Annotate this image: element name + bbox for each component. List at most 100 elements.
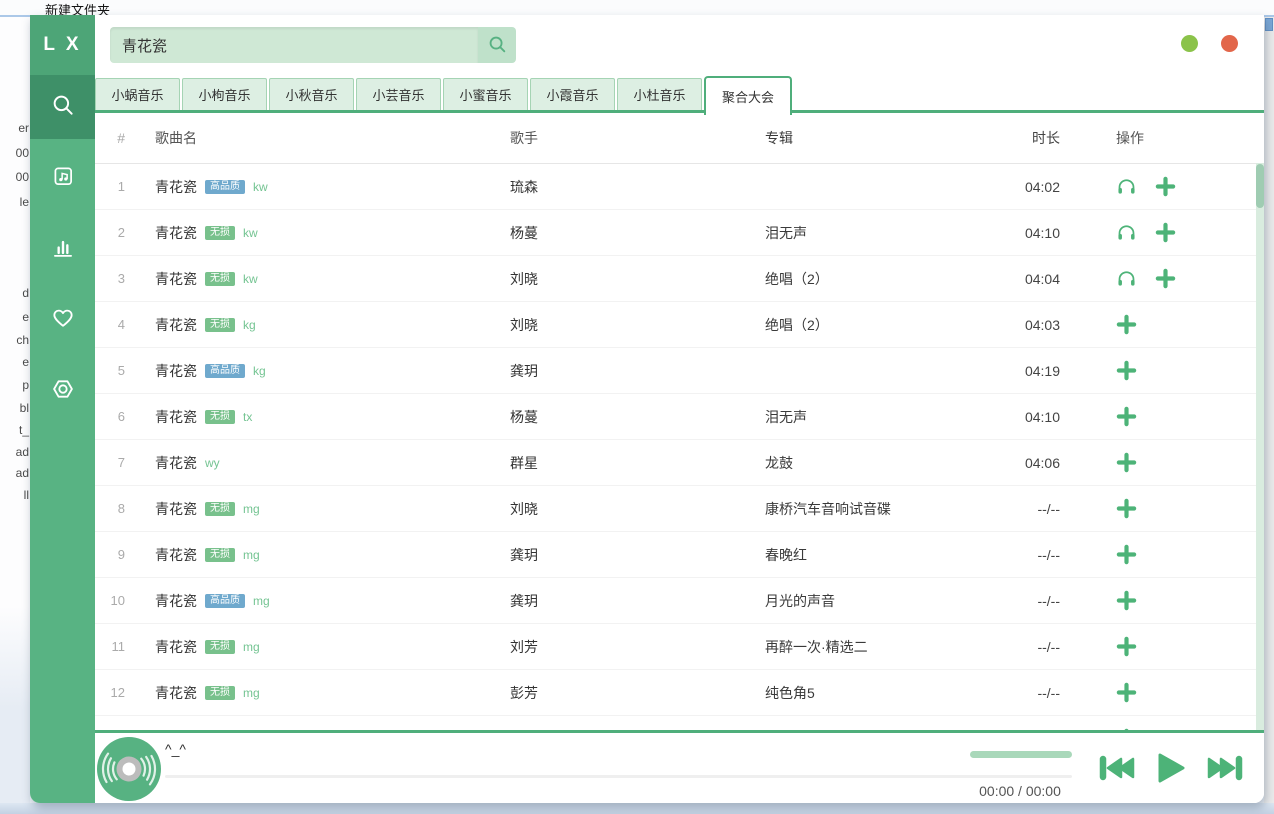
row-number: 3	[95, 271, 155, 286]
listen-icon[interactable]	[1116, 176, 1137, 197]
table-row[interactable]: 11青花瓷无损mg刘芳再醉一次·精选二--/--	[95, 624, 1264, 670]
playback-controls	[1099, 733, 1243, 803]
sidebar-item-music-list[interactable]	[30, 146, 95, 210]
artist-cell: 彭芳	[510, 683, 765, 703]
source-label: mg	[243, 548, 260, 562]
row-number: 4	[95, 317, 155, 332]
add-icon[interactable]	[1116, 406, 1137, 427]
tab-4[interactable]: 小芸音乐	[356, 78, 441, 110]
app-window: L X 小蜗音乐小枸音乐小秋音乐小芸音乐小蜜音乐	[30, 15, 1264, 803]
song-name-cell: 青花瓷wy	[155, 453, 510, 473]
desktop-right-strip	[1264, 17, 1274, 803]
table-scrollbar[interactable]	[1256, 163, 1264, 730]
add-icon[interactable]	[1116, 452, 1137, 473]
add-icon[interactable]	[1116, 590, 1137, 611]
add-icon[interactable]	[1116, 360, 1137, 381]
add-icon[interactable]	[1155, 222, 1176, 243]
source-label: mg	[243, 686, 260, 700]
artist-cell: 琉森	[510, 177, 765, 197]
sidebar-item-search[interactable]	[30, 75, 95, 139]
listen-icon[interactable]	[1116, 222, 1137, 243]
volume-slider[interactable]	[970, 751, 1072, 758]
table-row[interactable]: 7青花瓷wy群星龙鼓04:06	[95, 440, 1264, 486]
tab-2[interactable]: 小枸音乐	[182, 78, 267, 110]
album-cell: 春晚红	[765, 545, 1020, 565]
quality-badge: 无损	[205, 226, 235, 240]
actions-cell	[1060, 176, 1264, 197]
sidebar-item-ranking[interactable]	[30, 217, 95, 281]
source-label: mg	[243, 502, 260, 516]
seek-bar[interactable]	[165, 775, 1072, 778]
row-number: 2	[95, 225, 155, 240]
desktop-bottom-strip	[0, 803, 1274, 814]
actions-cell	[1060, 268, 1264, 289]
add-icon[interactable]	[1116, 636, 1137, 657]
add-icon[interactable]	[1116, 498, 1137, 519]
source-label: kg	[243, 318, 256, 332]
quality-badge: 无损	[205, 686, 235, 700]
sidebar-item-settings[interactable]	[30, 359, 95, 423]
tab-1[interactable]: 小蜗音乐	[95, 78, 180, 110]
artist-cell: 杨蔓	[510, 223, 765, 243]
add-icon[interactable]	[1155, 268, 1176, 289]
actions-cell	[1060, 498, 1264, 519]
table-row[interactable]: 9青花瓷无损mg龚玥春晚红--/--	[95, 532, 1264, 578]
table-row[interactable]: 8青花瓷无损mg刘晓康桥汽车音响试音碟--/--	[95, 486, 1264, 532]
play-button[interactable]	[1155, 752, 1187, 784]
album-cell: 纯色角5	[765, 683, 1020, 703]
duration-cell: --/--	[1020, 593, 1060, 609]
table-row[interactable]: 5青花瓷高品质kg龚玥04:19	[95, 348, 1264, 394]
listen-icon[interactable]	[1116, 268, 1137, 289]
table-row[interactable]: 12青花瓷无损mg彭芳纯色角5--/--	[95, 670, 1264, 716]
table-row[interactable]: 6青花瓷无损tx杨蔓泪无声04:10	[95, 394, 1264, 440]
source-label: kw	[243, 272, 258, 286]
table-body: 1青花瓷高品质kw琉森04:022青花瓷无损kw杨蔓泪无声04:103青花瓷无损…	[95, 164, 1264, 730]
duration-cell: 04:06	[1020, 455, 1060, 471]
scrollbar-thumb[interactable]	[1256, 164, 1264, 208]
artist-cell: 刘芳	[510, 637, 765, 657]
row-number: 8	[95, 501, 155, 516]
next-track-button[interactable]	[1205, 754, 1243, 782]
table-row[interactable]: 1青花瓷高品质kw琉森04:02	[95, 164, 1264, 210]
minimize-button[interactable]	[1181, 35, 1198, 52]
duration-cell: 04:10	[1020, 409, 1060, 425]
song-title: 青花瓷	[155, 361, 197, 381]
song-name-cell: 青花瓷无损mg	[155, 637, 510, 657]
song-name-cell: 青花瓷无损mg	[155, 499, 510, 519]
song-title: 青花瓷	[155, 545, 197, 565]
column-header-duration: 时长	[1020, 128, 1060, 148]
quality-badge: 无损	[205, 640, 235, 654]
sidebar-item-favorites[interactable]	[30, 288, 95, 352]
tab-5[interactable]: 小蜜音乐	[443, 78, 528, 110]
search-button[interactable]	[478, 27, 516, 63]
table-row[interactable]: 4青花瓷无损kg刘晓绝唱（2）04:03	[95, 302, 1264, 348]
table-row[interactable]: 13青花瓷无损mg东霞--/--	[95, 716, 1264, 730]
previous-track-button[interactable]	[1099, 754, 1137, 782]
app-logo: L X	[30, 15, 95, 75]
actions-cell	[1060, 452, 1264, 473]
add-icon[interactable]	[1116, 544, 1137, 565]
album-cell: 泪无声	[765, 223, 1020, 243]
artist-cell: 龚玥	[510, 361, 765, 381]
tab-8[interactable]: 聚合大会	[704, 76, 792, 115]
duration-cell: --/--	[1020, 547, 1060, 563]
actions-cell	[1060, 314, 1264, 335]
player-status-text: ^_^	[165, 741, 186, 757]
table-header-row: #歌曲名歌手专辑时长操作	[95, 113, 1264, 164]
tab-3[interactable]: 小秋音乐	[269, 78, 354, 110]
close-button[interactable]	[1221, 35, 1238, 52]
table-row[interactable]: 3青花瓷无损kw刘晓绝唱（2）04:04	[95, 256, 1264, 302]
tab-7[interactable]: 小杜音乐	[617, 78, 702, 110]
row-number: 11	[95, 639, 155, 654]
add-icon[interactable]	[1116, 682, 1137, 703]
table-row[interactable]: 10青花瓷高品质mg龚玥月光的声音--/--	[95, 578, 1264, 624]
album-disc-icon[interactable]	[96, 736, 162, 802]
table-row[interactable]: 2青花瓷无损kw杨蔓泪无声04:10	[95, 210, 1264, 256]
add-icon[interactable]	[1155, 176, 1176, 197]
tab-6[interactable]: 小霞音乐	[530, 78, 615, 110]
add-icon[interactable]	[1116, 314, 1137, 335]
quality-badge: 无损	[205, 502, 235, 516]
quality-badge: 无损	[205, 410, 235, 424]
search-input[interactable]	[110, 27, 478, 63]
player-bar: ^_^ 00:00 / 00:00	[95, 730, 1264, 803]
